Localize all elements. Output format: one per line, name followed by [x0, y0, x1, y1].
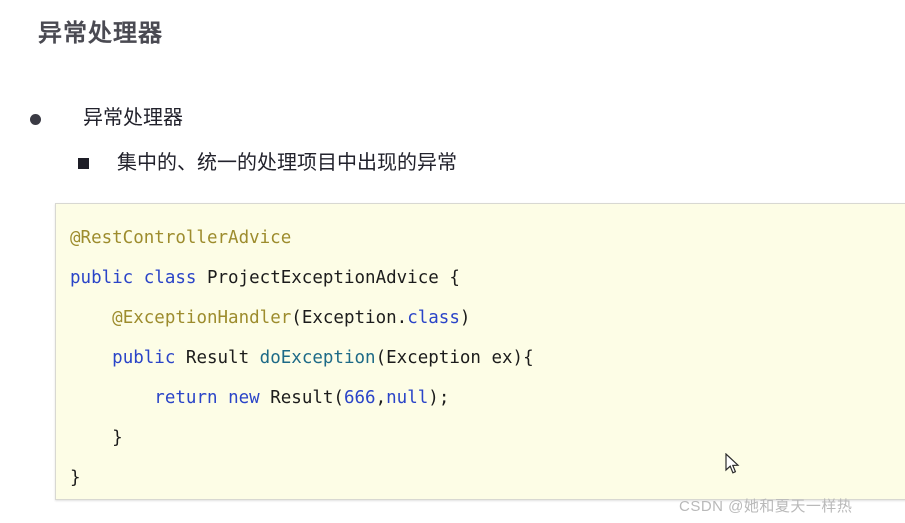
list-item: 异常处理器 — [30, 104, 870, 133]
disc-bullet-icon — [30, 114, 41, 125]
list-item-label: 集中的、统一的处理项目中出现的异常 — [117, 152, 457, 174]
code-token-plain: Result( — [259, 388, 344, 408]
code-block[interactable]: @RestControllerAdvice public class Projec… — [55, 203, 905, 500]
code-token-plain: } — [112, 428, 123, 448]
code-token-kw: null — [386, 388, 429, 408]
code-token-plain: (Exception. — [291, 308, 408, 328]
code-token-kw: class — [407, 308, 460, 328]
code-token-plain: ) — [459, 308, 471, 328]
code-token-kw: new — [228, 388, 260, 408]
code-line: public Result doException(Exception ex){ — [70, 338, 905, 378]
code-token-anno: @RestControllerAdvice — [70, 228, 292, 248]
code-token-plain: ); — [428, 388, 450, 408]
list-item-label: 异常处理器 — [83, 107, 183, 129]
code-token-kw: public — [112, 348, 176, 368]
square-bullet-icon — [78, 158, 89, 169]
code-line: } — [70, 418, 905, 458]
code-lines: @RestControllerAdvice public class Projec… — [56, 218, 905, 498]
code-line: return new Result(666,null); — [70, 378, 905, 418]
code-line: } — [70, 458, 905, 498]
page-title: 异常处理器 — [38, 20, 163, 47]
code-line: public class ProjectExceptionAdvice { — [70, 258, 905, 298]
code-token-plain: , — [375, 388, 387, 408]
code-line: @ExceptionHandler(Exception.class) — [70, 298, 905, 338]
code-token-kw: class — [143, 268, 197, 288]
csdn-watermark: CSDN @她和夏天一样热 — [679, 498, 853, 515]
code-token-kw: public — [70, 268, 134, 288]
list-item: 集中的、统一的处理项目中出现的异常 — [78, 149, 870, 178]
code-token-fn: doException — [259, 348, 376, 368]
code-line: @RestControllerAdvice — [70, 218, 905, 258]
code-token-anno: @ExceptionHandler — [112, 308, 292, 328]
code-token-num: 666 — [343, 388, 376, 408]
code-token-plain: (Exception ex){ — [375, 348, 534, 368]
code-token-kw: return — [154, 388, 218, 408]
code-token-plain: } — [70, 468, 81, 488]
bullet-list: 异常处理器 集中的、统一的处理项目中出现的异常 — [30, 104, 870, 178]
code-token-plain: ProjectExceptionAdvice { — [196, 268, 460, 288]
code-token-plain: Result — [175, 348, 260, 368]
